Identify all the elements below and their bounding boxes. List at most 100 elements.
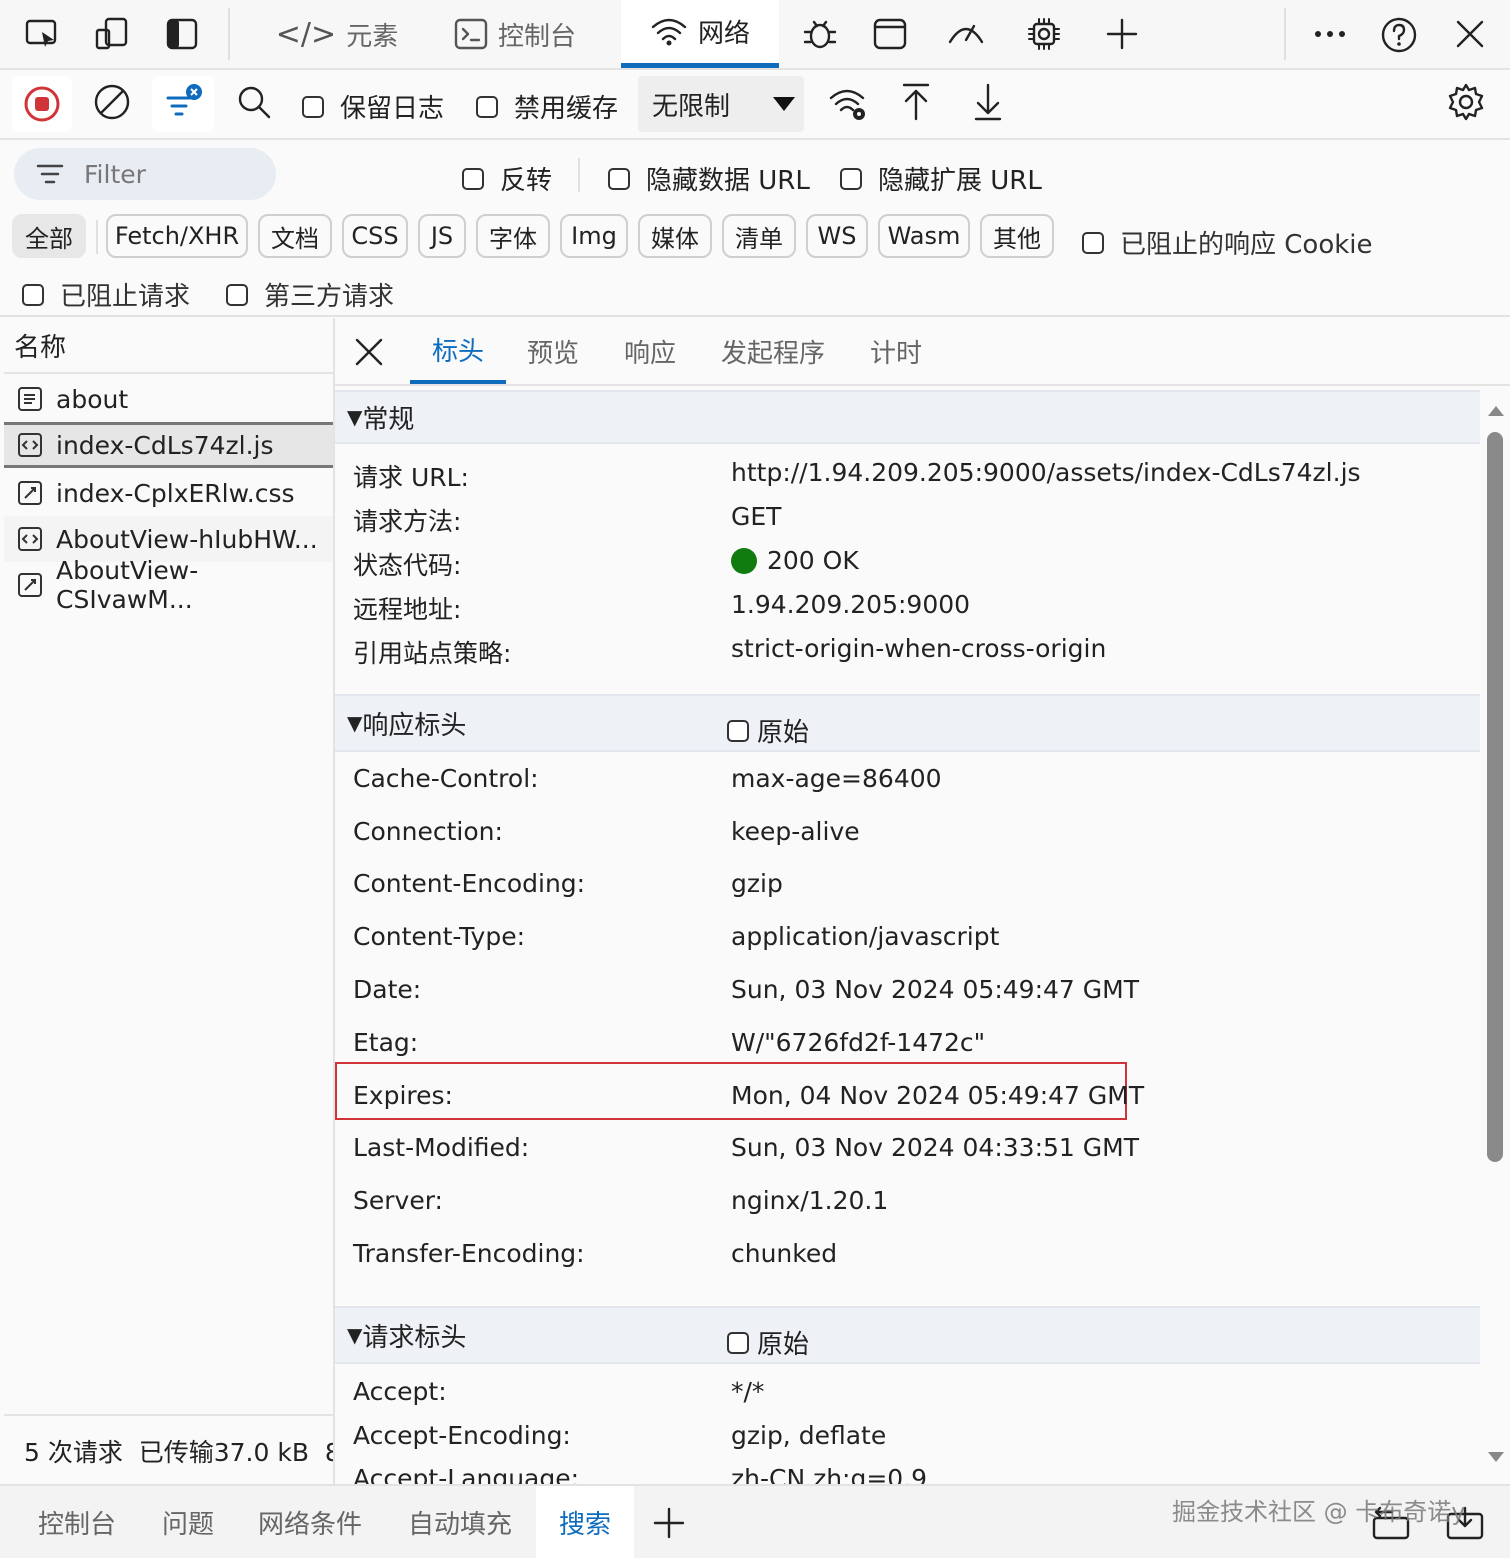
throttling-select[interactable]: 无限制	[638, 76, 804, 132]
request-raw-check[interactable]	[727, 1331, 749, 1354]
import-har-button[interactable]	[900, 82, 932, 122]
clear-log-button[interactable]	[92, 82, 132, 122]
invert-label: 反转	[500, 166, 553, 196]
bug-icon[interactable]	[802, 16, 838, 52]
response-raw-checkbox[interactable]: 原始	[727, 712, 809, 749]
type-filter-css[interactable]: CSS	[342, 214, 408, 258]
type-filter-font[interactable]: 字体	[476, 214, 550, 258]
drawer-tab-search[interactable]: 搜索	[536, 1486, 634, 1558]
type-filter-js[interactable]: JS	[418, 214, 466, 258]
blocked-requests-checkbox[interactable]: 已阻止请求	[22, 276, 190, 313]
request-header-key: Accept:	[353, 1377, 447, 1406]
response-header-value: keep-alive	[731, 817, 860, 846]
filter-toggle-button[interactable]	[152, 76, 214, 132]
drawer-add-tab-button[interactable]	[652, 1506, 686, 1540]
blocked-cookies-check[interactable]	[1082, 231, 1104, 254]
response-raw-check[interactable]	[727, 719, 749, 742]
code-icon: </>	[275, 16, 337, 52]
general-section-header[interactable]: ▼ 常规	[335, 390, 1480, 444]
drawer-tab-autofill[interactable]: 自动填充	[408, 1486, 512, 1558]
response-headers-section-header[interactable]: ▼ 响应标头 原始	[335, 694, 1480, 752]
inspect-element-icon[interactable]	[24, 16, 60, 52]
record-button[interactable]	[12, 76, 72, 132]
network-settings-button[interactable]	[1446, 82, 1486, 122]
invert-check[interactable]	[462, 167, 484, 190]
response-header-key: Cache-Control:	[353, 764, 539, 793]
request-row[interactable]: index-CplxERlw.css	[4, 470, 333, 516]
request-row-selected[interactable]: index-CdLs74zl.js	[4, 422, 333, 468]
request-raw-checkbox[interactable]: 原始	[727, 1324, 809, 1361]
close-details-button[interactable]	[353, 336, 385, 368]
details-tab-bar: 标头 预览 响应 发起程序 计时	[335, 318, 1510, 386]
device-emulation-icon[interactable]	[94, 16, 130, 52]
response-header-value: Sun, 03 Nov 2024 05:49:47 GMT	[731, 975, 1139, 1004]
request-headers-section-header[interactable]: ▼ 请求标头 原始	[335, 1306, 1480, 1364]
hide-extension-url-checkbox[interactable]: 隐藏扩展 URL	[840, 160, 1042, 197]
scroll-down-arrow-icon	[1488, 1452, 1504, 1462]
help-icon[interactable]	[1380, 16, 1417, 53]
tab-network-label: 网络	[697, 19, 750, 49]
type-filter-fetch-xhr[interactable]: Fetch/XHR	[106, 214, 248, 258]
tab-console[interactable]: 控制台	[440, 0, 590, 68]
cpu-memory-icon[interactable]	[1026, 16, 1062, 52]
request-row[interactable]: AboutView-CSIvawM...	[4, 556, 333, 614]
network-conditions-button[interactable]	[828, 84, 870, 124]
search-icon	[238, 86, 271, 119]
preserve-log-checkbox[interactable]: 保留日志	[302, 88, 444, 125]
blocked-cookies-checkbox[interactable]: 已阻止的响应 Cookie	[1082, 224, 1373, 261]
status-code-text: 200 OK	[767, 546, 859, 575]
scrollbar-thumb[interactable]	[1487, 432, 1503, 1162]
tab-initiator[interactable]: 发起程序	[721, 318, 825, 384]
application-window-icon[interactable]	[872, 16, 908, 52]
type-filter-all[interactable]: 全部	[12, 214, 86, 258]
record-icon	[24, 86, 60, 122]
invert-checkbox[interactable]: 反转	[462, 160, 552, 197]
disable-cache-check[interactable]	[476, 95, 498, 118]
filter-placeholder: Filter	[84, 159, 146, 189]
hide-data-url-checkbox[interactable]: 隐藏数据 URL	[608, 160, 810, 197]
drawer-tab-network-conditions[interactable]: 网络条件	[258, 1486, 362, 1558]
preserve-log-check[interactable]	[302, 95, 324, 118]
type-filter-media[interactable]: 媒体	[638, 214, 712, 258]
drawer-tab-bar: 控制台 问题 网络条件 自动填充 搜索 掘金技术社区 @ 卡布奇诺y	[0, 1484, 1510, 1558]
disable-cache-checkbox[interactable]: 禁用缓存	[476, 88, 618, 125]
details-scrollbar[interactable]	[1484, 388, 1508, 1484]
type-filter-other[interactable]: 其他	[980, 214, 1054, 258]
response-raw-label: 原始	[757, 718, 810, 748]
search-button[interactable]	[236, 84, 272, 120]
export-har-button[interactable]	[972, 82, 1004, 122]
tab-network[interactable]: 网络	[621, 0, 779, 68]
more-tools-plus-icon[interactable]	[1104, 16, 1140, 52]
hide-extension-url-check[interactable]	[840, 167, 862, 190]
name-column-header[interactable]: 名称	[4, 318, 333, 374]
type-filter-img[interactable]: Img	[560, 214, 628, 258]
tab-response[interactable]: 响应	[624, 318, 676, 384]
type-filter-manifest[interactable]: 清单	[722, 214, 796, 258]
hide-data-url-check[interactable]	[608, 167, 630, 190]
request-row[interactable]: about	[4, 376, 333, 422]
response-header-value: application/javascript	[731, 922, 1000, 951]
type-filter-doc[interactable]: 文档	[258, 214, 332, 258]
tab-preview[interactable]: 预览	[527, 318, 579, 384]
third-party-checkbox[interactable]: 第三方请求	[226, 276, 394, 313]
drawer-tab-issues[interactable]: 问题	[162, 1486, 214, 1558]
close-devtools-icon[interactable]	[1452, 16, 1488, 52]
more-options-icon[interactable]	[1312, 16, 1348, 52]
request-header-value: zh-CN,zh;q=0.9	[731, 1464, 928, 1484]
tab-headers[interactable]: 标头	[410, 318, 506, 384]
tab-elements[interactable]: </> 元素	[262, 0, 412, 68]
type-filter-ws[interactable]: WS	[806, 214, 868, 258]
tab-timing[interactable]: 计时	[870, 318, 922, 384]
third-party-check[interactable]	[226, 283, 248, 306]
drawer-tab-console[interactable]: 控制台	[38, 1486, 116, 1558]
filter-input[interactable]: Filter	[14, 148, 276, 200]
console-icon	[454, 17, 488, 51]
request-list: 名称 about index-CdLs74zl.js index-CplxERl…	[4, 318, 335, 1484]
gear-icon	[1448, 83, 1484, 121]
performance-gauge-icon[interactable]	[946, 16, 984, 52]
response-header-key: Expires:	[353, 1081, 453, 1110]
toggle-sidebar-icon[interactable]	[164, 16, 200, 52]
tab-console-label: 控制台	[497, 21, 576, 52]
type-filter-wasm[interactable]: Wasm	[878, 214, 970, 258]
blocked-requests-check[interactable]	[22, 283, 44, 306]
